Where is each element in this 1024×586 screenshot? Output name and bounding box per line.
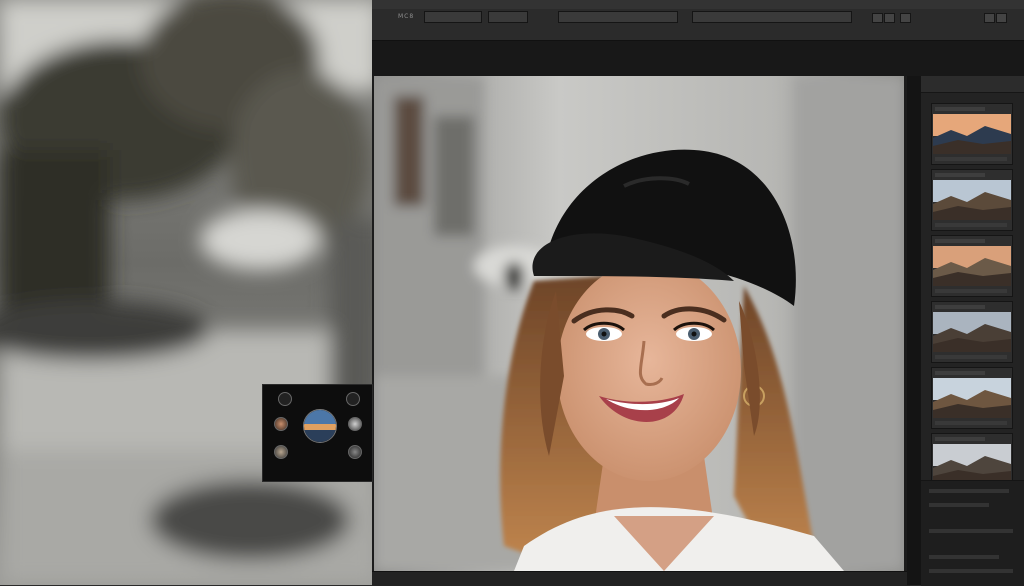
thumbnail-label (935, 239, 985, 243)
presets-panel-header (921, 76, 1024, 93)
thumbnail-footer (935, 289, 1007, 293)
toolbar-button-2[interactable] (884, 13, 895, 23)
toolbar-field-4[interactable] (692, 11, 852, 23)
main-photo-canvas[interactable] (374, 76, 904, 571)
control-row[interactable] (929, 529, 1013, 533)
toolbar-field-3[interactable] (558, 11, 678, 23)
toolbar-button-4[interactable] (984, 13, 995, 23)
preset-circle-icon[interactable] (346, 392, 360, 406)
toolbar-button-3[interactable] (900, 13, 911, 23)
bottom-status-bar (372, 571, 910, 586)
toolbar-field-1[interactable] (424, 11, 482, 23)
photo-editor-window: MC8 (372, 0, 1024, 586)
control-row[interactable] (929, 555, 999, 559)
preset-widget[interactable] (262, 384, 373, 482)
thumbnail-footer (935, 223, 1007, 227)
panel-bottom-controls (921, 480, 1024, 586)
preset-circle-icon[interactable] (274, 417, 288, 431)
app-brand: MC8 (398, 13, 415, 20)
control-row[interactable] (929, 569, 1013, 573)
toolbar-field-2[interactable] (488, 11, 528, 23)
preset-thumbnail[interactable] (931, 367, 1013, 429)
thumbnail-image-icon (933, 246, 1011, 286)
preset-circle-icon[interactable] (348, 417, 362, 431)
thumbnail-footer (935, 355, 1007, 359)
preset-circle-icon[interactable] (278, 392, 292, 406)
preset-circle-icon[interactable] (274, 445, 288, 459)
presets-panel (921, 76, 1024, 586)
thumbnail-label (935, 107, 985, 111)
thumbnail-image-icon (933, 180, 1011, 220)
globe-preset-icon[interactable] (303, 409, 337, 443)
panel-divider[interactable] (907, 76, 921, 585)
thumbnail-label (935, 437, 985, 441)
menu-strip (372, 0, 1024, 9)
toolbar-button-5[interactable] (996, 13, 1007, 23)
preset-thumbnail[interactable] (931, 169, 1013, 231)
control-row[interactable] (929, 503, 989, 507)
preset-thumbnail[interactable] (931, 235, 1013, 297)
thumbnail-image-icon (933, 444, 1011, 484)
thumbnail-label (935, 371, 985, 375)
top-toolbar: MC8 (372, 0, 1024, 41)
thumbnail-footer (935, 157, 1007, 161)
thumbnail-footer (935, 421, 1007, 425)
thumbnail-image-icon (933, 378, 1011, 418)
preset-thumbnail[interactable] (931, 301, 1013, 363)
toolbar-separator (372, 41, 1024, 76)
preset-thumbnail[interactable] (931, 103, 1013, 165)
toolbar-button-1[interactable] (872, 13, 883, 23)
preset-circle-icon[interactable] (348, 445, 362, 459)
thumbnail-image-icon (933, 312, 1011, 352)
thumbnail-label (935, 173, 985, 177)
thumbnail-label (935, 305, 985, 309)
thumbnail-image-icon (933, 114, 1011, 154)
control-row[interactable] (929, 489, 1009, 493)
